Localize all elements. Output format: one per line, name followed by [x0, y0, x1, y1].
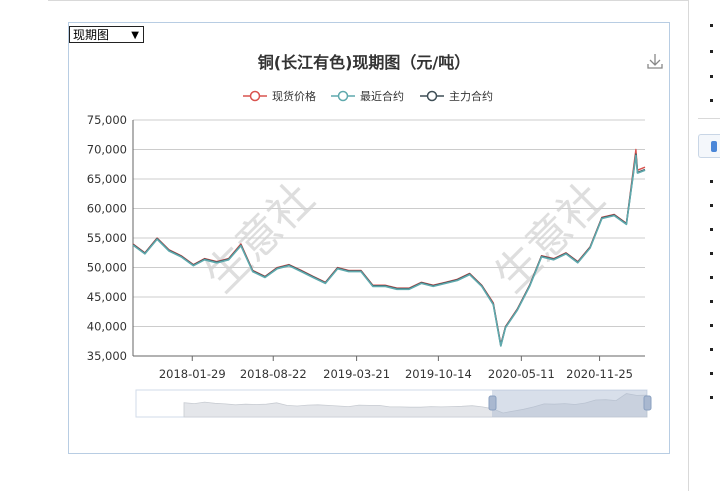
legend-marker	[426, 90, 438, 102]
sidebar-bullet	[710, 75, 713, 78]
chart-title: 铜(长江有色)现期图（元/吨）	[258, 53, 470, 72]
y-tick-label: 40,000	[87, 320, 127, 334]
x-tick-label: 2020-05-11	[488, 367, 555, 381]
sidebar-bullet	[710, 396, 713, 399]
line-chart: 铜(长江有色)现期图（元/吨） 现货价格 最近合约 主力合约 75,000 70,000 6…	[87, 53, 652, 418]
sidebar-bullet	[710, 204, 713, 207]
right-sidebar	[696, 0, 720, 491]
sidebar-tab[interactable]	[698, 134, 720, 158]
sidebar-tab-accent	[711, 141, 717, 152]
zoom-handle-right[interactable]	[643, 395, 652, 411]
sidebar-bullet	[710, 50, 713, 53]
legend-marker	[337, 90, 349, 102]
sidebar-bullet	[710, 99, 713, 102]
sidebar-bullet	[710, 180, 713, 183]
sidebar-bullet	[710, 348, 713, 351]
sidebar-section-divider	[698, 118, 720, 119]
y-tick-label: 35,000	[87, 349, 127, 363]
sidebar-bullet	[710, 228, 713, 231]
y-tick-label: 50,000	[87, 261, 127, 275]
legend-label: 现货价格	[272, 89, 316, 103]
x-tick-label: 2020-11-25	[566, 367, 633, 381]
sidebar-bullet	[710, 324, 713, 327]
y-tick-label: 45,000	[87, 290, 127, 304]
x-tick-label: 2018-01-29	[159, 367, 226, 381]
x-tick-label: 2019-10-14	[405, 367, 472, 381]
legend-label: 最近合约	[360, 89, 404, 103]
x-tick-label: 2018-08-22	[240, 367, 307, 381]
y-tick-label: 70,000	[87, 143, 127, 157]
legend-marker	[249, 90, 261, 102]
sidebar-bullet	[710, 300, 713, 303]
legend-label: 主力合约	[449, 89, 493, 103]
zoom-slider-window	[492, 390, 647, 417]
x-tick-label: 2019-03-21	[323, 367, 390, 381]
sidebar-bullet	[710, 372, 713, 375]
zoom-handle-left[interactable]	[488, 395, 497, 411]
y-tick-label: 75,000	[87, 113, 127, 127]
sidebar-bullet	[710, 24, 713, 27]
y-tick-label: 55,000	[87, 231, 127, 245]
sidebar-bullet	[710, 276, 713, 279]
y-tick-label: 60,000	[87, 202, 127, 216]
y-tick-label: 65,000	[87, 172, 127, 186]
sidebar-bullet	[710, 252, 713, 255]
